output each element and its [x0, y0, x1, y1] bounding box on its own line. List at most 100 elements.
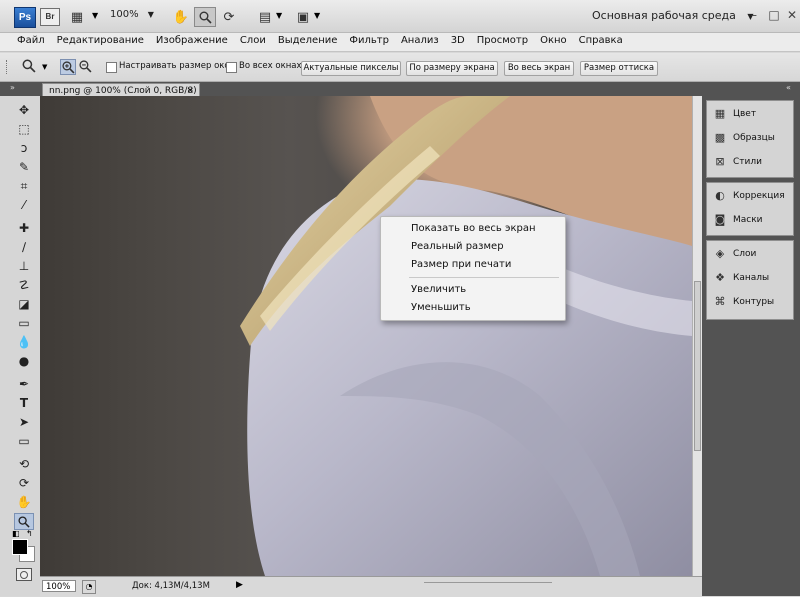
menu-window[interactable]: Окно [535, 33, 574, 51]
panel-channels[interactable]: ❖ Каналы [713, 268, 769, 288]
default-colors-icon[interactable]: ◧ [12, 529, 20, 538]
panel-styles[interactable]: ⊠ Стили [713, 152, 762, 172]
lasso-tool-icon[interactable]: ↄ [14, 140, 34, 157]
screen-mode-icon[interactable]: ▣ [292, 7, 314, 27]
menu-3d[interactable]: 3D [446, 33, 472, 51]
workspace-name: Основная рабочая среда [592, 9, 736, 22]
panel-swatches-label: Образцы [733, 133, 775, 143]
3d-rotate-tool-icon[interactable]: ⟲ [14, 456, 34, 473]
foreground-color-swatch[interactable] [12, 539, 28, 555]
paths-panel-icon: ⌘ [714, 295, 726, 308]
document-tab-title: nn.png @ 100% (Слой 0, RGB/8) [49, 86, 197, 96]
maximize-icon[interactable]: □ [766, 8, 782, 22]
actual-pixels-button[interactable]: Актуальные пикселы [301, 61, 401, 76]
horizontal-scrollbar[interactable] [424, 582, 552, 590]
zoom-level-select[interactable]: 100% ▼ [110, 9, 156, 23]
context-menu-item-actual-size[interactable]: Реальный размер [411, 241, 504, 252]
quick-mask-icon[interactable] [16, 568, 32, 581]
shape-tool-icon[interactable]: ▭ [14, 433, 34, 450]
menu-analysis[interactable]: Анализ [396, 33, 446, 51]
status-menu-arrow-icon[interactable]: ▶ [236, 580, 243, 590]
zoom-out-icon[interactable] [78, 59, 92, 76]
document-tab[interactable]: nn.png @ 100% (Слой 0, RGB/8) × [42, 83, 200, 97]
resize-windows-label: Настраивать размер окон [119, 61, 236, 71]
3d-orbit-tool-icon[interactable]: ⟳ [14, 475, 34, 492]
menu-file[interactable]: Файл [12, 33, 52, 51]
tool-preset-icon[interactable] [22, 59, 36, 76]
panel-layers-label: Слои [733, 249, 757, 259]
context-menu: Показать во весь экран Реальный размер Р… [380, 216, 566, 321]
arrange-documents-icon[interactable]: ▤ [254, 7, 276, 27]
rotate-view-icon[interactable]: ⟳ [218, 7, 240, 27]
context-menu-separator [409, 277, 559, 278]
quick-selection-tool-icon[interactable]: ✎ [14, 159, 34, 176]
collapse-panels-icon[interactable]: « [786, 83, 791, 92]
context-menu-item-print-size[interactable]: Размер при печати [411, 259, 511, 270]
menu-edit[interactable]: Редактирование [52, 33, 151, 51]
screen-mode-dropdown-arrow-icon[interactable]: ▼ [314, 11, 320, 20]
menu-select[interactable]: Выделение [273, 33, 345, 51]
panel-adjustments[interactable]: ◐ Коррекция [713, 186, 785, 206]
zoom-tool-icon[interactable] [194, 7, 216, 27]
fit-screen-button[interactable]: По размеру экрана [406, 61, 498, 76]
context-menu-item-zoom-out[interactable]: Уменьшить [411, 302, 471, 313]
crop-tool-icon[interactable]: ⌗ [14, 178, 34, 195]
swap-colors-icon[interactable]: ↰ [26, 529, 33, 538]
dodge-tool-icon[interactable]: ● [14, 353, 34, 370]
history-brush-tool-icon[interactable]: ☡ [14, 277, 34, 294]
hand-tool-icon[interactable]: ✋ [14, 494, 34, 511]
status-zoom-field[interactable]: 100% [42, 580, 76, 592]
resize-windows-checkbox[interactable] [106, 62, 117, 73]
panel-group-adjustments: ◐ Коррекция ◙ Маски [706, 182, 794, 236]
type-tool-icon[interactable]: T [14, 395, 34, 412]
panel-color[interactable]: ▦ Цвет [713, 104, 756, 124]
print-size-button[interactable]: Размер оттиска [580, 61, 658, 76]
panel-masks[interactable]: ◙ Маски [713, 210, 763, 230]
tool-preset-dropdown-icon[interactable]: ▼ [42, 63, 47, 71]
menu-layers[interactable]: Слои [235, 33, 273, 51]
healing-brush-tool-icon[interactable]: ✚ [14, 220, 34, 237]
eraser-tool-icon[interactable]: ◪ [14, 296, 34, 313]
pen-tool-icon[interactable]: ✒ [14, 376, 34, 393]
channels-panel-icon: ❖ [715, 271, 725, 284]
brush-tool-icon[interactable]: ∕ [14, 239, 34, 256]
options-grip[interactable] [6, 60, 10, 74]
gradient-tool-icon[interactable]: ▭ [14, 315, 34, 332]
workspace-switcher[interactable]: Основная рабочая среда ▼ [592, 9, 754, 22]
menu-view[interactable]: Просмотр [472, 33, 535, 51]
minimize-icon[interactable]: – [746, 8, 762, 22]
clone-stamp-tool-icon[interactable]: ⊥ [14, 258, 34, 275]
all-windows-checkbox[interactable] [226, 62, 237, 73]
document-canvas[interactable] [40, 96, 692, 576]
close-icon[interactable]: ✕ [784, 8, 800, 22]
extras-dropdown-arrow-icon[interactable]: ▼ [92, 11, 98, 20]
path-selection-tool-icon[interactable]: ➤ [14, 414, 34, 431]
panel-paths[interactable]: ⌘ Контуры [713, 292, 775, 312]
status-info-icon[interactable]: ◔ [82, 580, 96, 594]
panel-adjustments-label: Коррекция [733, 191, 785, 201]
zoom-in-icon[interactable] [60, 59, 76, 75]
layers-panel-icon: ◈ [715, 247, 725, 260]
panel-layers[interactable]: ◈ Слои [713, 244, 757, 264]
collapse-toolbox-icon[interactable]: » [10, 83, 15, 92]
fill-screen-button[interactable]: Во весь экран [504, 61, 574, 76]
menu-bar: Файл Редактирование Изображение Слои Выд… [0, 33, 800, 52]
status-document-size: Док: 4,13M/4,13M [132, 581, 210, 591]
menu-help[interactable]: Справка [574, 33, 630, 51]
vertical-scrollbar-thumb[interactable] [694, 281, 701, 451]
context-menu-item-fill-screen[interactable]: Показать во весь экран [411, 223, 536, 234]
menu-image[interactable]: Изображение [151, 33, 235, 51]
arrange-dropdown-arrow-icon[interactable]: ▼ [276, 11, 282, 20]
zoom-tool-icon[interactable] [14, 513, 34, 530]
blur-tool-icon[interactable]: 💧 [14, 334, 34, 351]
panel-color-label: Цвет [733, 109, 757, 119]
context-menu-item-zoom-in[interactable]: Увеличить [411, 284, 466, 295]
menu-filter[interactable]: Фильтр [344, 33, 396, 51]
move-tool-icon[interactable]: ✥ [14, 102, 34, 119]
hand-tool-icon[interactable]: ✋ [170, 7, 192, 27]
marquee-tool-icon[interactable]: ⬚ [14, 121, 34, 138]
bridge-button[interactable]: Br [40, 8, 60, 26]
panel-swatches[interactable]: ▩ Образцы [713, 128, 775, 148]
eyedropper-tool-icon[interactable]: ⁄ [14, 197, 34, 214]
extras-icon[interactable]: ▦ [66, 7, 88, 27]
